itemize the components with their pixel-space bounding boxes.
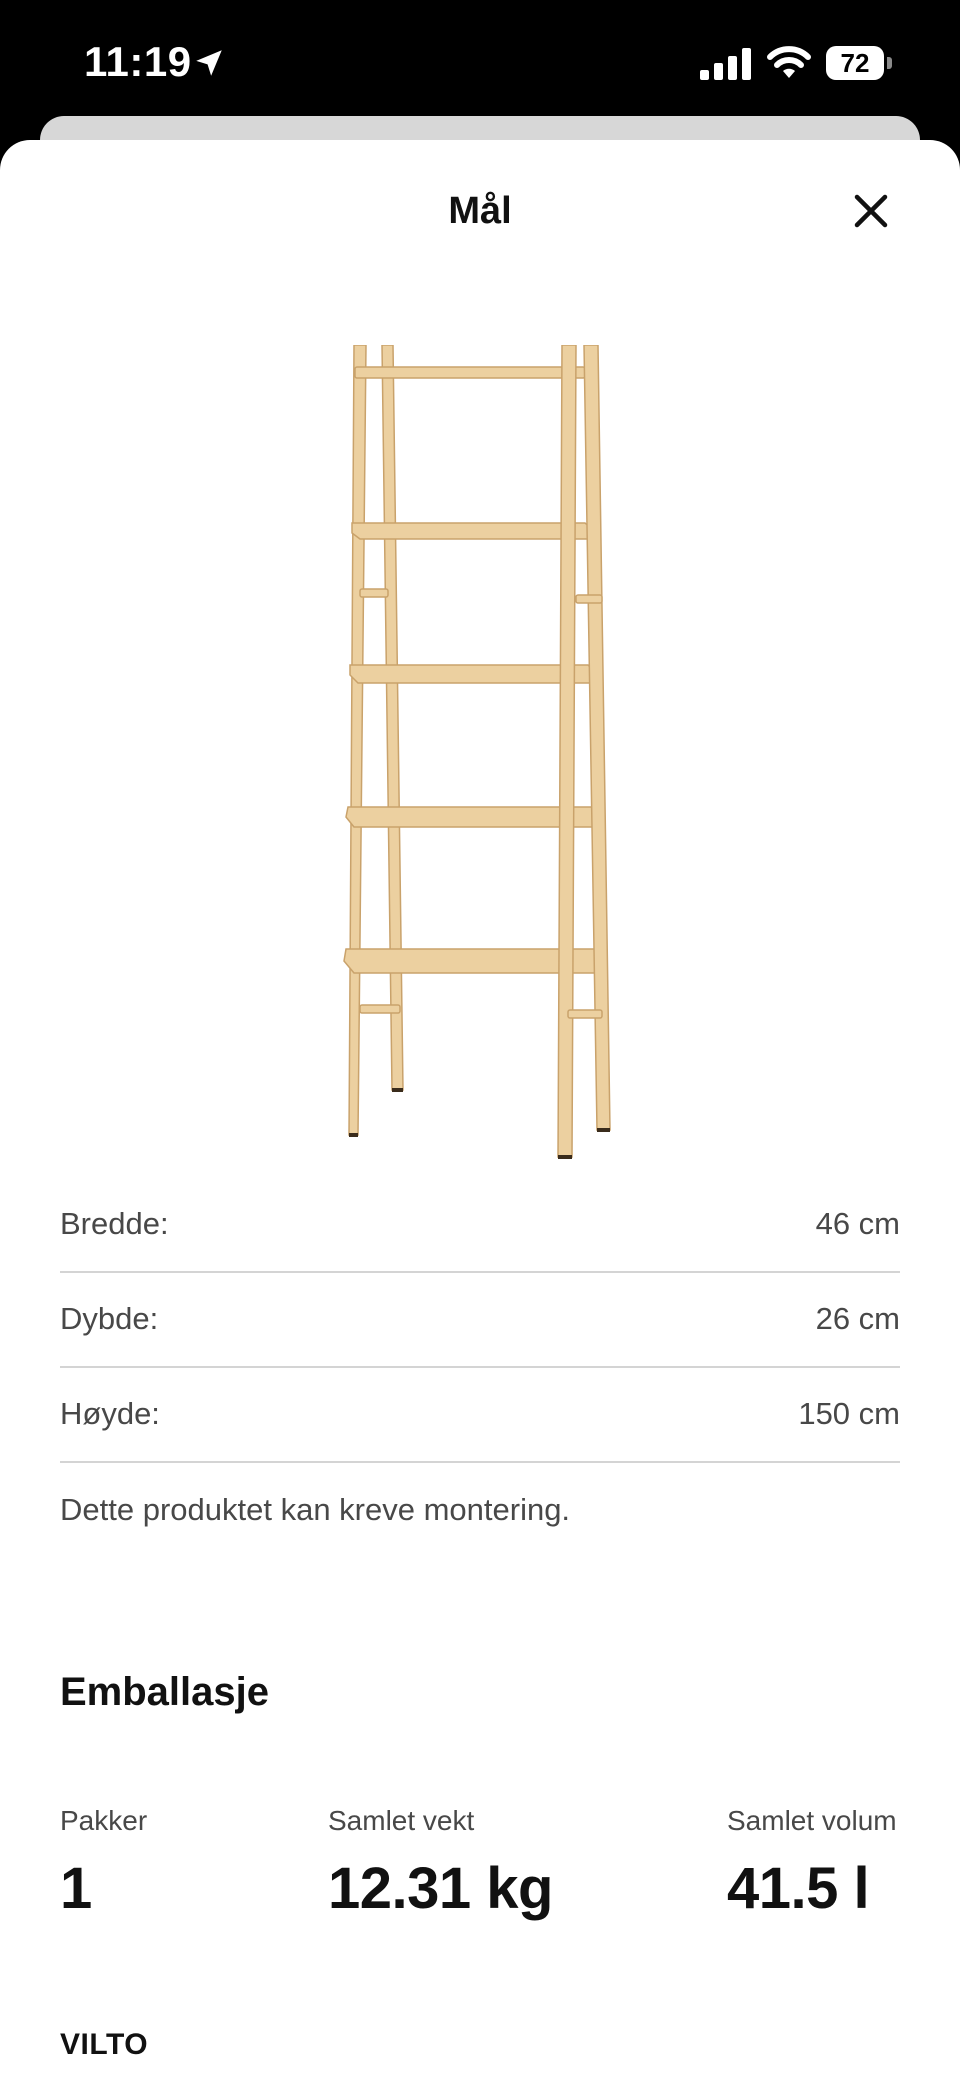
volume-label: Samlet volum <box>727 1805 897 1836</box>
dimension-row-depth: Dybde: 26 cm <box>60 1273 900 1368</box>
battery-level: 72 <box>826 46 884 80</box>
dimension-value: 26 cm <box>815 1301 900 1336</box>
close-icon[interactable] <box>848 188 894 234</box>
packaging-heading: Emballasje <box>60 1670 270 1714</box>
packages-count: Pakker 1 <box>60 1805 147 1922</box>
battery-icon: 72 <box>826 46 892 82</box>
volume-value: 41.5 l <box>727 1856 870 1921</box>
dimension-value: 150 cm <box>798 1396 900 1431</box>
dimensions-sheet: Mål Bredde: 46 cm Dybde: 26 cm Høyde: 15… <box>0 140 960 2078</box>
dimension-value: 46 cm <box>815 1206 900 1241</box>
status-time: 11:19 <box>84 38 192 85</box>
dimension-label: Dybde: <box>60 1301 159 1336</box>
packages-value: 1 <box>60 1856 92 1921</box>
location-arrow-icon <box>196 50 222 76</box>
total-volume: Samlet volum 41.5 l <box>727 1805 897 1922</box>
total-weight: Samlet vekt 12.31 kg <box>328 1805 553 1922</box>
weight-value: 12.31 kg <box>328 1856 553 1921</box>
dimension-label: Bredde: <box>60 1206 169 1241</box>
ladder-shelf-image <box>343 345 611 1159</box>
cellular-signal-icon <box>700 48 751 80</box>
dimension-row-width: Bredde: 46 cm <box>60 1178 900 1273</box>
status-bar: 11:19 72 <box>0 0 960 118</box>
package-item-name: VILTO <box>60 2028 149 2061</box>
dimensions-list: Bredde: 46 cm Dybde: 26 cm Høyde: 150 cm <box>60 1178 900 1463</box>
packages-label: Pakker <box>60 1805 148 1836</box>
assembly-note: Dette produktet kan kreve montering. <box>60 1492 571 1527</box>
wifi-icon <box>767 46 811 78</box>
dimension-label: Høyde: <box>60 1396 160 1431</box>
sheet-title: Mål <box>448 190 512 232</box>
dimension-row-height: Høyde: 150 cm <box>60 1368 900 1463</box>
weight-label: Samlet vekt <box>328 1805 475 1836</box>
